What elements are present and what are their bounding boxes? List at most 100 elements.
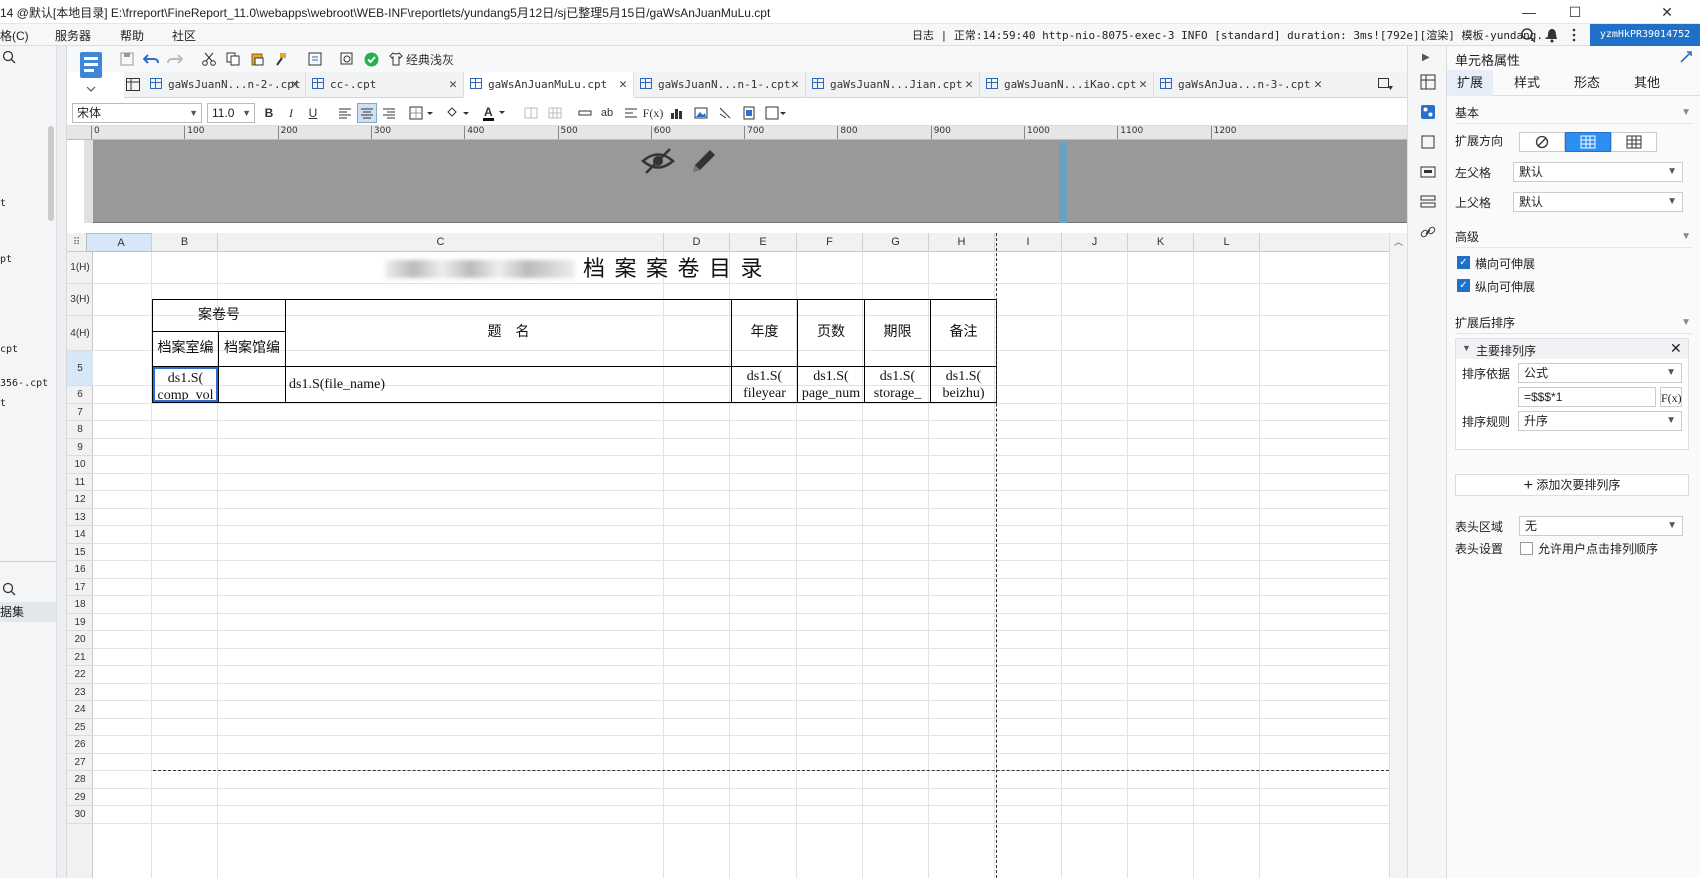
more-insert-icon[interactable] [763,103,789,123]
font-size-select[interactable]: 11.0 ▼ [207,103,255,123]
tab-other[interactable]: 其他 [1617,70,1677,96]
widget-icon[interactable] [1420,164,1436,180]
preview-icon[interactable] [337,49,357,69]
cell-e5[interactable]: ds1.S( page_num [798,367,864,402]
tab-3[interactable]: gaWsJuanN...n-1-.cpt ✕ [634,72,806,98]
font-color-icon[interactable]: A [479,103,509,123]
close-window-button[interactable]: ✕ [1644,0,1690,24]
close-tab-icon[interactable]: ✕ [619,72,627,98]
file-panel-scrollbar[interactable] [48,126,54,221]
insert-row-icon[interactable] [575,103,595,123]
condition-icon[interactable] [1420,194,1436,210]
panel-splitter[interactable] [57,46,67,878]
close-tab-icon[interactable]: ✕ [791,72,799,98]
tab-5[interactable]: gaWsJuanN...iKao.cpt ✕ [980,72,1154,98]
spreadsheet-grid[interactable]: ⠿ A B C D E F G H I J K L 1(H) 3(H) 4(H) 5 6 7 8 9 10 11 12 13 1… [67,233,1407,878]
minimize-button[interactable]: — [1506,0,1552,24]
page-boundary-handle[interactable] [1059,142,1067,223]
header-note[interactable]: 备注 [931,300,996,365]
collapse-icon[interactable]: ▼ [1462,343,1471,353]
section-basic[interactable]: 基本 ▼ [1455,102,1693,124]
formula-icon[interactable]: F(x) [643,103,664,123]
check-icon[interactable] [361,49,381,69]
close-tab-icon[interactable]: ✕ [291,72,299,98]
theme-button[interactable]: 经典浅灰 [389,49,459,69]
sort-rule-select[interactable]: 升序 ▼ [1518,411,1682,431]
user-badge[interactable]: yzmHkPR39014752 [1590,24,1700,46]
file-item[interactable]: t [0,198,6,209]
insert-template-icon[interactable] [305,49,325,69]
chevron-up-icon[interactable]: ︿ [1394,235,1403,248]
split-cells-icon[interactable] [545,103,565,123]
cell-element-icon[interactable] [1420,104,1436,120]
header-area-select[interactable]: 无 ▼ [1519,516,1683,536]
formula-editor-icon[interactable]: F(x) [1660,387,1682,407]
tab-list-icon[interactable] [1378,78,1394,92]
tab-6[interactable]: gaWsAnJua...n-3-.cpt ✕ [1154,72,1362,98]
header-hall-number[interactable]: 档案馆编 [219,332,285,365]
vertical-scrollbar[interactable]: ︿ [1389,233,1407,878]
sub-report-icon[interactable] [739,103,759,123]
expand-horizontal-button[interactable] [1611,132,1657,152]
paragraph-icon[interactable] [621,103,641,123]
menu-help[interactable]: 帮助 [120,27,144,44]
dataset-tab[interactable]: 据集 [0,602,56,622]
undo-icon[interactable] [141,49,161,69]
maximize-button[interactable]: ☐ [1552,0,1598,24]
save-icon[interactable] [117,49,137,69]
file-item[interactable]: cpt [0,344,18,355]
remove-sort-icon[interactable]: ✕ [1670,340,1682,357]
report-title[interactable]: 档 案 案 卷 目 录 [153,253,997,285]
align-right-icon[interactable] [379,103,399,123]
left-parent-select[interactable]: 默认 ▼ [1513,162,1683,182]
file-item[interactable]: pt [0,254,12,265]
redo-icon[interactable] [165,49,185,69]
file-item[interactable]: t [0,398,6,409]
merge-cells-icon[interactable] [521,103,541,123]
section-advanced[interactable]: 高级 ▼ [1455,226,1693,248]
italic-icon[interactable]: I [281,103,301,123]
cell-a5-selected[interactable]: ds1.S( comp_vol [153,367,218,402]
file-item[interactable]: 356-.cpt [0,378,48,389]
image-icon[interactable] [691,103,711,123]
vertical-expand-checkbox[interactable]: ✓ [1457,279,1470,292]
header-title[interactable]: 题 名 [286,300,731,365]
sort-by-select[interactable]: 公式 ▼ [1518,363,1682,383]
border-icon[interactable] [407,103,437,123]
chart-icon[interactable] [667,103,687,123]
header-case-number[interactable]: 案卷号 [153,300,285,331]
float-element-icon[interactable] [1420,134,1436,150]
bold-icon[interactable]: B [259,103,279,123]
tab-expand[interactable]: 扩展 [1447,70,1493,96]
section-sort[interactable]: 扩展后排序 ▼ [1455,312,1693,334]
menu-format[interactable]: 格(C) [0,27,29,44]
header-pages[interactable]: 页数 [798,300,864,365]
cell-c5[interactable]: ds1.S(file_name) [286,367,731,402]
font-family-select[interactable]: 宋体 ▼ [72,103,202,123]
cell-d5[interactable]: ds1.S( fileyear [732,367,797,402]
tab-menu-icon[interactable] [126,78,140,91]
pin-icon[interactable] [1679,50,1693,64]
paste-icon[interactable] [247,49,267,69]
fill-color-icon[interactable] [443,103,473,123]
header-year[interactable]: 年度 [732,300,797,365]
menu-server[interactable]: 服务器 [55,27,91,44]
close-tab-icon[interactable]: ✕ [1314,72,1322,98]
add-secondary-sort-button[interactable]: + 添加次要排列序 [1455,474,1689,496]
copy-icon[interactable] [223,49,243,69]
slash-icon[interactable] [715,103,735,123]
horizontal-expand-checkbox[interactable]: ✓ [1457,256,1470,269]
close-tab-icon[interactable]: ✕ [965,72,973,98]
cell-property-icon[interactable] [1420,74,1436,90]
header-term[interactable]: 期限 [865,300,930,365]
expand-vertical-button[interactable] [1565,132,1611,152]
pencil-icon[interactable] [689,146,719,176]
close-tab-icon[interactable]: ✕ [449,72,457,98]
tab-0[interactable]: gaWsJuanN...n-2-.cpt ✕ [144,72,306,98]
header-room-number[interactable]: 档案室编 [153,332,218,365]
tab-2[interactable]: gaWsAnJuanMuLu.cpt ✕ [464,72,634,98]
cell-g5[interactable]: ds1.S( beizhu) [931,367,996,402]
cut-icon[interactable] [199,49,219,69]
format-painter-icon[interactable] [271,49,291,69]
new-template-icon[interactable] [78,50,108,94]
